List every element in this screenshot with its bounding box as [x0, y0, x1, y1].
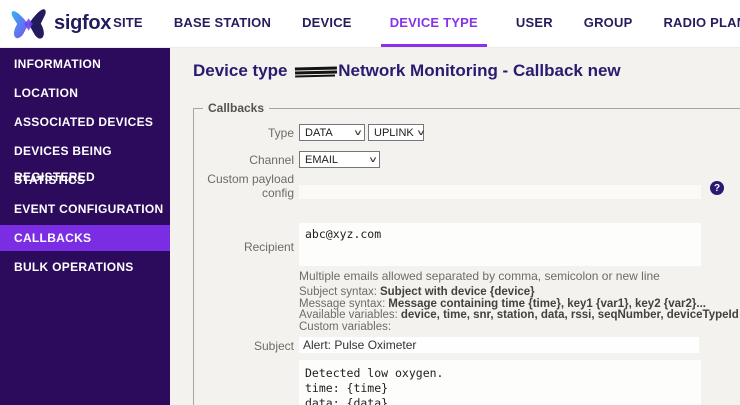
sigfox-backend-window: sigfox SITE BASE STATION DEVICE DEVICE T… [0, 0, 740, 405]
channel-select[interactable]: EMAIL ∨ [299, 151, 380, 168]
callback-type-select[interactable]: DATA ∨ [299, 124, 365, 141]
recipient-textarea[interactable]: abc@xyz.com [299, 223, 701, 266]
tab-device-type[interactable]: DEVICE TYPE [380, 0, 487, 47]
main-content: Device type Network Monitoring - Callbac… [170, 48, 740, 405]
message-textarea[interactable]: Detected low oxygen. time: {time} data: … [299, 360, 701, 405]
recipient-help-text: Multiple emails allowed separated by com… [299, 269, 660, 283]
primary-nav: SITE BASE STATION DEVICE DEVICE TYPE USE… [111, 0, 740, 47]
sidebar-item-callbacks[interactable]: CALLBACKS [0, 225, 170, 251]
page-title-prefix: Device type [193, 61, 293, 80]
subject-input[interactable] [299, 337, 699, 353]
callback-type-value: DATA [305, 126, 333, 139]
sidebar-item-bulk-operations[interactable]: BULK OPERATIONS [0, 254, 170, 280]
tab-device[interactable]: DEVICE [300, 0, 354, 47]
tab-base-station[interactable]: BASE STATION [172, 0, 273, 47]
tab-radio-planning[interactable]: RADIO PLANNING [661, 0, 740, 47]
sidebar-item-information[interactable]: INFORMATION [0, 51, 170, 77]
brand-name: sigfox [54, 12, 112, 34]
tab-site[interactable]: SITE [111, 0, 145, 47]
callback-subtype-select[interactable]: UPLINK ∨ [368, 124, 426, 141]
custom-payload-label-line2: config [261, 186, 294, 200]
sidebar-item-statistics[interactable]: STATISTICS [0, 167, 170, 193]
chevron-down-icon: ∨ [368, 155, 379, 164]
sidebar-item-location[interactable]: LOCATION [0, 80, 170, 106]
callback-subtype-value: UPLINK [374, 126, 414, 139]
channel-value: EMAIL [305, 153, 339, 166]
sidebar-item-associated-devices[interactable]: ASSOCIATED DEVICES [0, 109, 170, 135]
sigfox-butterfly-icon [10, 7, 48, 41]
subject-label: Subject [253, 339, 294, 353]
sigfox-logo[interactable]: sigfox [0, 0, 111, 47]
help-icon[interactable]: ? [710, 181, 724, 195]
callbacks-fieldset: Callbacks Type DATA ∨ UPLINK ∨ Channel E… [193, 101, 740, 405]
syntax-help-block: Subject syntax: Subject with device {devi… [299, 286, 739, 334]
channel-label: Channel [249, 153, 294, 167]
custom-payload-label-line1: Custom payload [207, 172, 294, 186]
chevron-down-icon: ∨ [415, 128, 426, 137]
page-title-suffix: Network Monitoring - Callback new [338, 61, 621, 80]
recipient-label: Recipient [243, 240, 294, 254]
top-navigation-bar: sigfox SITE BASE STATION DEVICE DEVICE T… [0, 0, 740, 48]
tab-user[interactable]: USER [514, 0, 555, 47]
type-label: Type [267, 126, 294, 140]
sidebar-item-event-configuration[interactable]: EVENT CONFIGURATION [0, 196, 170, 222]
chevron-down-icon: ∨ [353, 128, 364, 137]
custom-variables-line: Custom variables: [299, 321, 392, 334]
custom-payload-config-input[interactable] [299, 185, 701, 199]
redacted-device-type-name [295, 65, 338, 78]
tab-group[interactable]: GROUP [582, 0, 635, 47]
page-title: Device type Network Monitoring - Callbac… [193, 61, 621, 81]
callbacks-fieldset-legend: Callbacks [203, 101, 270, 115]
sidebar-item-devices-being-registered[interactable]: DEVICES BEING REGISTERED [0, 138, 170, 184]
device-type-sidebar: INFORMATION LOCATION ASSOCIATED DEVICES … [0, 48, 170, 405]
